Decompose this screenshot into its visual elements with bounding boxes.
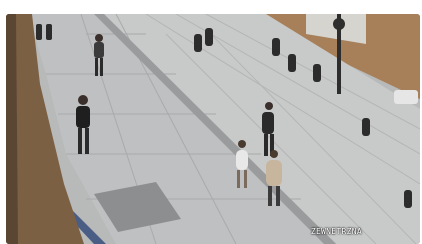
street-scene (6, 14, 420, 244)
top-page-margin (0, 0, 422, 14)
cctv-video-frame[interactable]: ZEWNETRZNA (6, 14, 420, 244)
lamp-head (333, 18, 345, 30)
left-building-shadow (6, 14, 18, 244)
camera-watermark: ZEWNETRZNA (310, 227, 362, 236)
parked-car (394, 90, 418, 104)
